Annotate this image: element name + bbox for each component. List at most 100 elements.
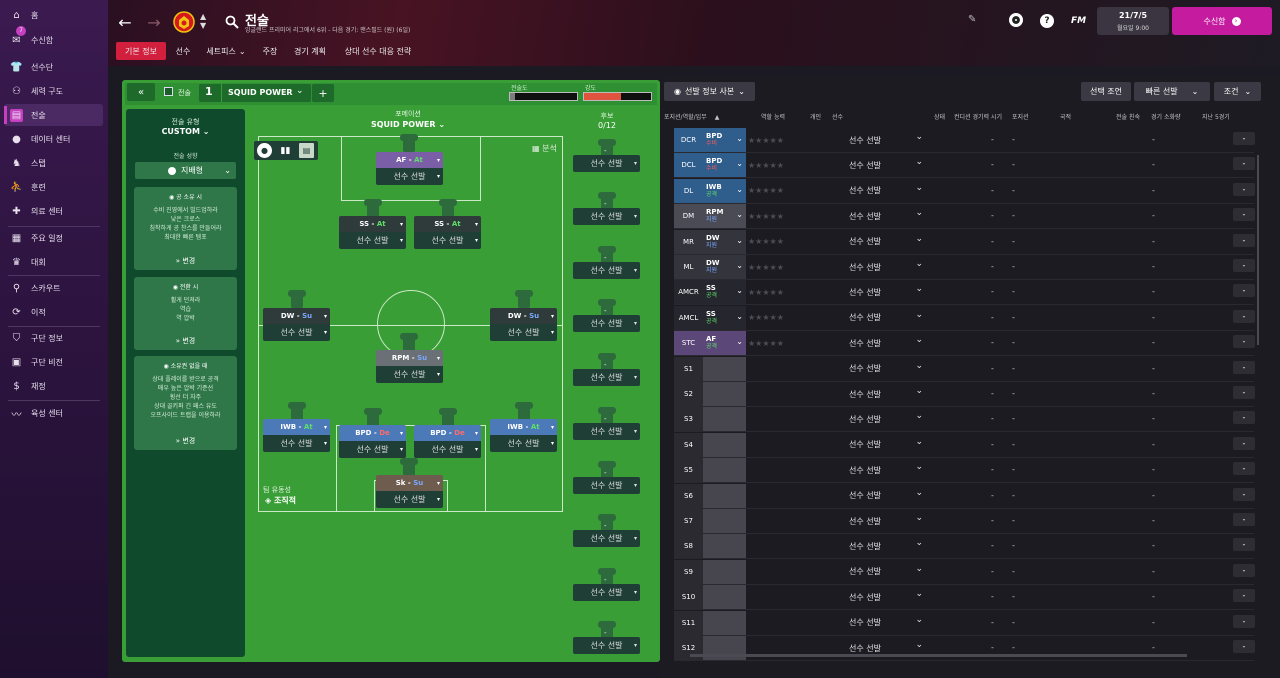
analysis-button[interactable]: ▦ 분석 — [532, 143, 557, 154]
row-player-select[interactable]: 선수 선발 — [849, 560, 925, 584]
table-row[interactable] — [674, 458, 1254, 484]
player-select[interactable]: 선수 선발 — [263, 324, 330, 341]
football-icon[interactable] — [1009, 13, 1023, 27]
forward-button[interactable]: → — [145, 12, 163, 32]
row-player-select[interactable]: 선수 선발 — [849, 407, 925, 431]
sidebar-item-finances[interactable]: $ 재정 — [4, 375, 103, 397]
sidebar-item-club_info[interactable]: ⛉ 구단 정보 — [4, 327, 103, 349]
column-header[interactable]: 전술 친숙 — [1116, 112, 1140, 121]
row-role-selector[interactable]: SS 공격 ⌄ — [703, 305, 746, 330]
pitch-view-icon[interactable]: ▤ — [299, 143, 314, 158]
sub-slot[interactable]: 선수 선발 — [573, 315, 640, 332]
player-role-selector[interactable]: AF - At — [376, 152, 443, 168]
column-header[interactable]: 포지션 — [1012, 112, 1029, 121]
row-player-select[interactable]: 선수 선발 — [849, 331, 925, 355]
row-role-selector[interactable]: IWB 공격 ⌄ — [703, 178, 746, 203]
table-row[interactable] — [674, 636, 1254, 661]
fm-menu-button[interactable]: FM — [1071, 16, 1086, 26]
column-header[interactable]: 포지션/역할/임무 ▲ — [664, 112, 719, 121]
transition-change-button[interactable]: » 변경 — [134, 336, 237, 346]
row-player-select[interactable]: 선수 선발 — [849, 255, 925, 279]
column-header[interactable]: 선수 — [832, 112, 843, 121]
tactic-type-value[interactable]: CUSTOM ⌄ — [126, 127, 245, 136]
player-slot[interactable]: DW - Su 선수 선발 — [490, 308, 557, 342]
row-player-select[interactable]: 선수 선발 — [849, 179, 925, 203]
sidebar-item-scouting[interactable]: ⚲ 스카우트 — [4, 277, 103, 299]
column-header[interactable]: 국적 — [1060, 112, 1071, 121]
row-player-select[interactable]: 선수 선발 — [849, 484, 925, 508]
sidebar-item-squad[interactable]: 👕 선수단 — [4, 56, 103, 78]
help-icon[interactable]: ? — [1040, 14, 1054, 28]
player-slot[interactable]: Sk - Su 선수 선발 — [376, 475, 443, 509]
sidebar-item-dynamics[interactable]: ⚇ 세력 구도 — [4, 80, 103, 102]
column-header[interactable]: 컨디션 경기력 시기 — [954, 112, 1002, 121]
table-row[interactable] — [674, 585, 1254, 611]
column-header[interactable]: 상태 — [934, 112, 945, 121]
player-slot[interactable]: AF - At 선수 선발 — [376, 152, 443, 186]
sidebar-item-inbox[interactable]: ✉ 수신함 7 — [4, 26, 103, 51]
sidebar-item-schedule[interactable]: ▦ 주요 일정 — [4, 227, 103, 249]
player-slot[interactable]: DW - Su 선수 선발 — [263, 308, 330, 342]
row-player-select[interactable]: 선수 선발 — [849, 280, 925, 304]
back-button[interactable]: ← — [116, 12, 134, 32]
sub-slot[interactable]: 선수 선발 — [573, 423, 640, 440]
player-slot[interactable]: BPD - De 선수 선발 — [339, 425, 406, 459]
player-role-selector[interactable]: SS - At — [414, 216, 481, 232]
out-of-possession-change-button[interactable]: » 변경 — [134, 436, 237, 446]
club-crest-icon[interactable] — [173, 11, 195, 33]
player-role-selector[interactable]: DW - Su — [490, 308, 557, 324]
sidebar-item-home[interactable]: ⌂ 홈 — [4, 4, 103, 26]
row-player-select[interactable]: 선수 선발 — [849, 433, 925, 457]
row-player-select[interactable]: 선수 선발 — [849, 204, 925, 228]
player-slot[interactable]: SS - At 선수 선발 — [414, 216, 481, 250]
sidebar-item-transfers[interactable]: ⟳ 이적 — [4, 301, 103, 323]
horizontal-scrollbar[interactable] — [690, 654, 1187, 657]
player-select[interactable]: 선수 선발 — [339, 441, 406, 458]
row-player-select[interactable]: 선수 선발 — [849, 230, 925, 254]
player-select[interactable]: 선수 선발 — [339, 232, 406, 249]
player-select[interactable]: 선수 선발 — [414, 232, 481, 249]
player-role-selector[interactable]: BPD - De — [414, 425, 481, 441]
club-switch-chevron-icon[interactable]: ▲ ▼ — [200, 12, 206, 30]
sub-slot[interactable]: 선수 선발 — [573, 369, 640, 386]
player-select[interactable]: 선수 선발 — [263, 435, 330, 452]
player-role-selector[interactable]: Sk - Su — [376, 475, 443, 491]
row-player-select[interactable]: 선수 선발 — [849, 153, 925, 177]
column-header[interactable]: 개인 — [810, 112, 821, 121]
row-player-select[interactable]: 선수 선발 — [849, 611, 925, 635]
player-role-selector[interactable]: IWB - At — [263, 419, 330, 435]
sidebar-item-competitions[interactable]: ♛ 대회 — [4, 251, 103, 273]
row-role-selector[interactable]: DW 지원 ⌄ — [703, 255, 746, 279]
table-row[interactable] — [674, 611, 1254, 636]
table-row[interactable] — [674, 560, 1254, 585]
player-select[interactable]: 선수 선발 — [490, 435, 557, 452]
player-select[interactable]: 선수 선발 — [376, 168, 443, 185]
selection-info-button[interactable]: ◉ 선발 정보 사본 ⌄ — [664, 82, 755, 101]
table-row[interactable] — [674, 509, 1254, 534]
player-slot[interactable]: IWB - At 선수 선발 — [490, 419, 557, 453]
sub-slot[interactable]: 선수 선발 — [573, 262, 640, 279]
add-tactic-button[interactable]: + — [312, 84, 334, 102]
player-role-selector[interactable]: DW - Su — [263, 308, 330, 324]
player-role-selector[interactable]: IWB - At — [490, 419, 557, 435]
row-player-select[interactable]: 선수 선발 — [849, 458, 925, 482]
criteria-button[interactable]: 선택 조언 — [1081, 82, 1131, 101]
player-role-selector[interactable]: RPM - Su — [376, 350, 443, 366]
conditions-button[interactable]: 조건 ⌄ — [1214, 82, 1261, 101]
sidebar-item-medical[interactable]: ✚ 의료 센터 — [4, 200, 103, 222]
stats-view-icon[interactable]: ▮▮ — [278, 143, 293, 158]
sidebar-item-club_vision[interactable]: ▣ 구단 비전 — [4, 351, 103, 373]
tab-3[interactable]: 주장 — [258, 42, 282, 60]
row-role-selector[interactable]: RPM 지원 ⌄ — [703, 204, 746, 229]
sidebar-item-tactics[interactable]: ▤ 전술 — [4, 104, 103, 126]
vertical-scrollbar[interactable] — [1257, 155, 1259, 345]
player-select[interactable]: 선수 선발 — [414, 441, 481, 458]
edit-icon[interactable]: ✎ — [968, 14, 976, 25]
table-row[interactable] — [674, 407, 1254, 433]
search-icon[interactable] — [225, 14, 239, 29]
row-player-select[interactable]: 선수 선발 — [849, 357, 925, 381]
table-row[interactable] — [674, 357, 1254, 382]
tab-2[interactable]: 세트피스 ⌄ — [203, 42, 249, 60]
row-player-select[interactable]: 선수 선발 — [849, 382, 925, 406]
column-header[interactable]: 경기 소화량 — [1151, 112, 1181, 121]
